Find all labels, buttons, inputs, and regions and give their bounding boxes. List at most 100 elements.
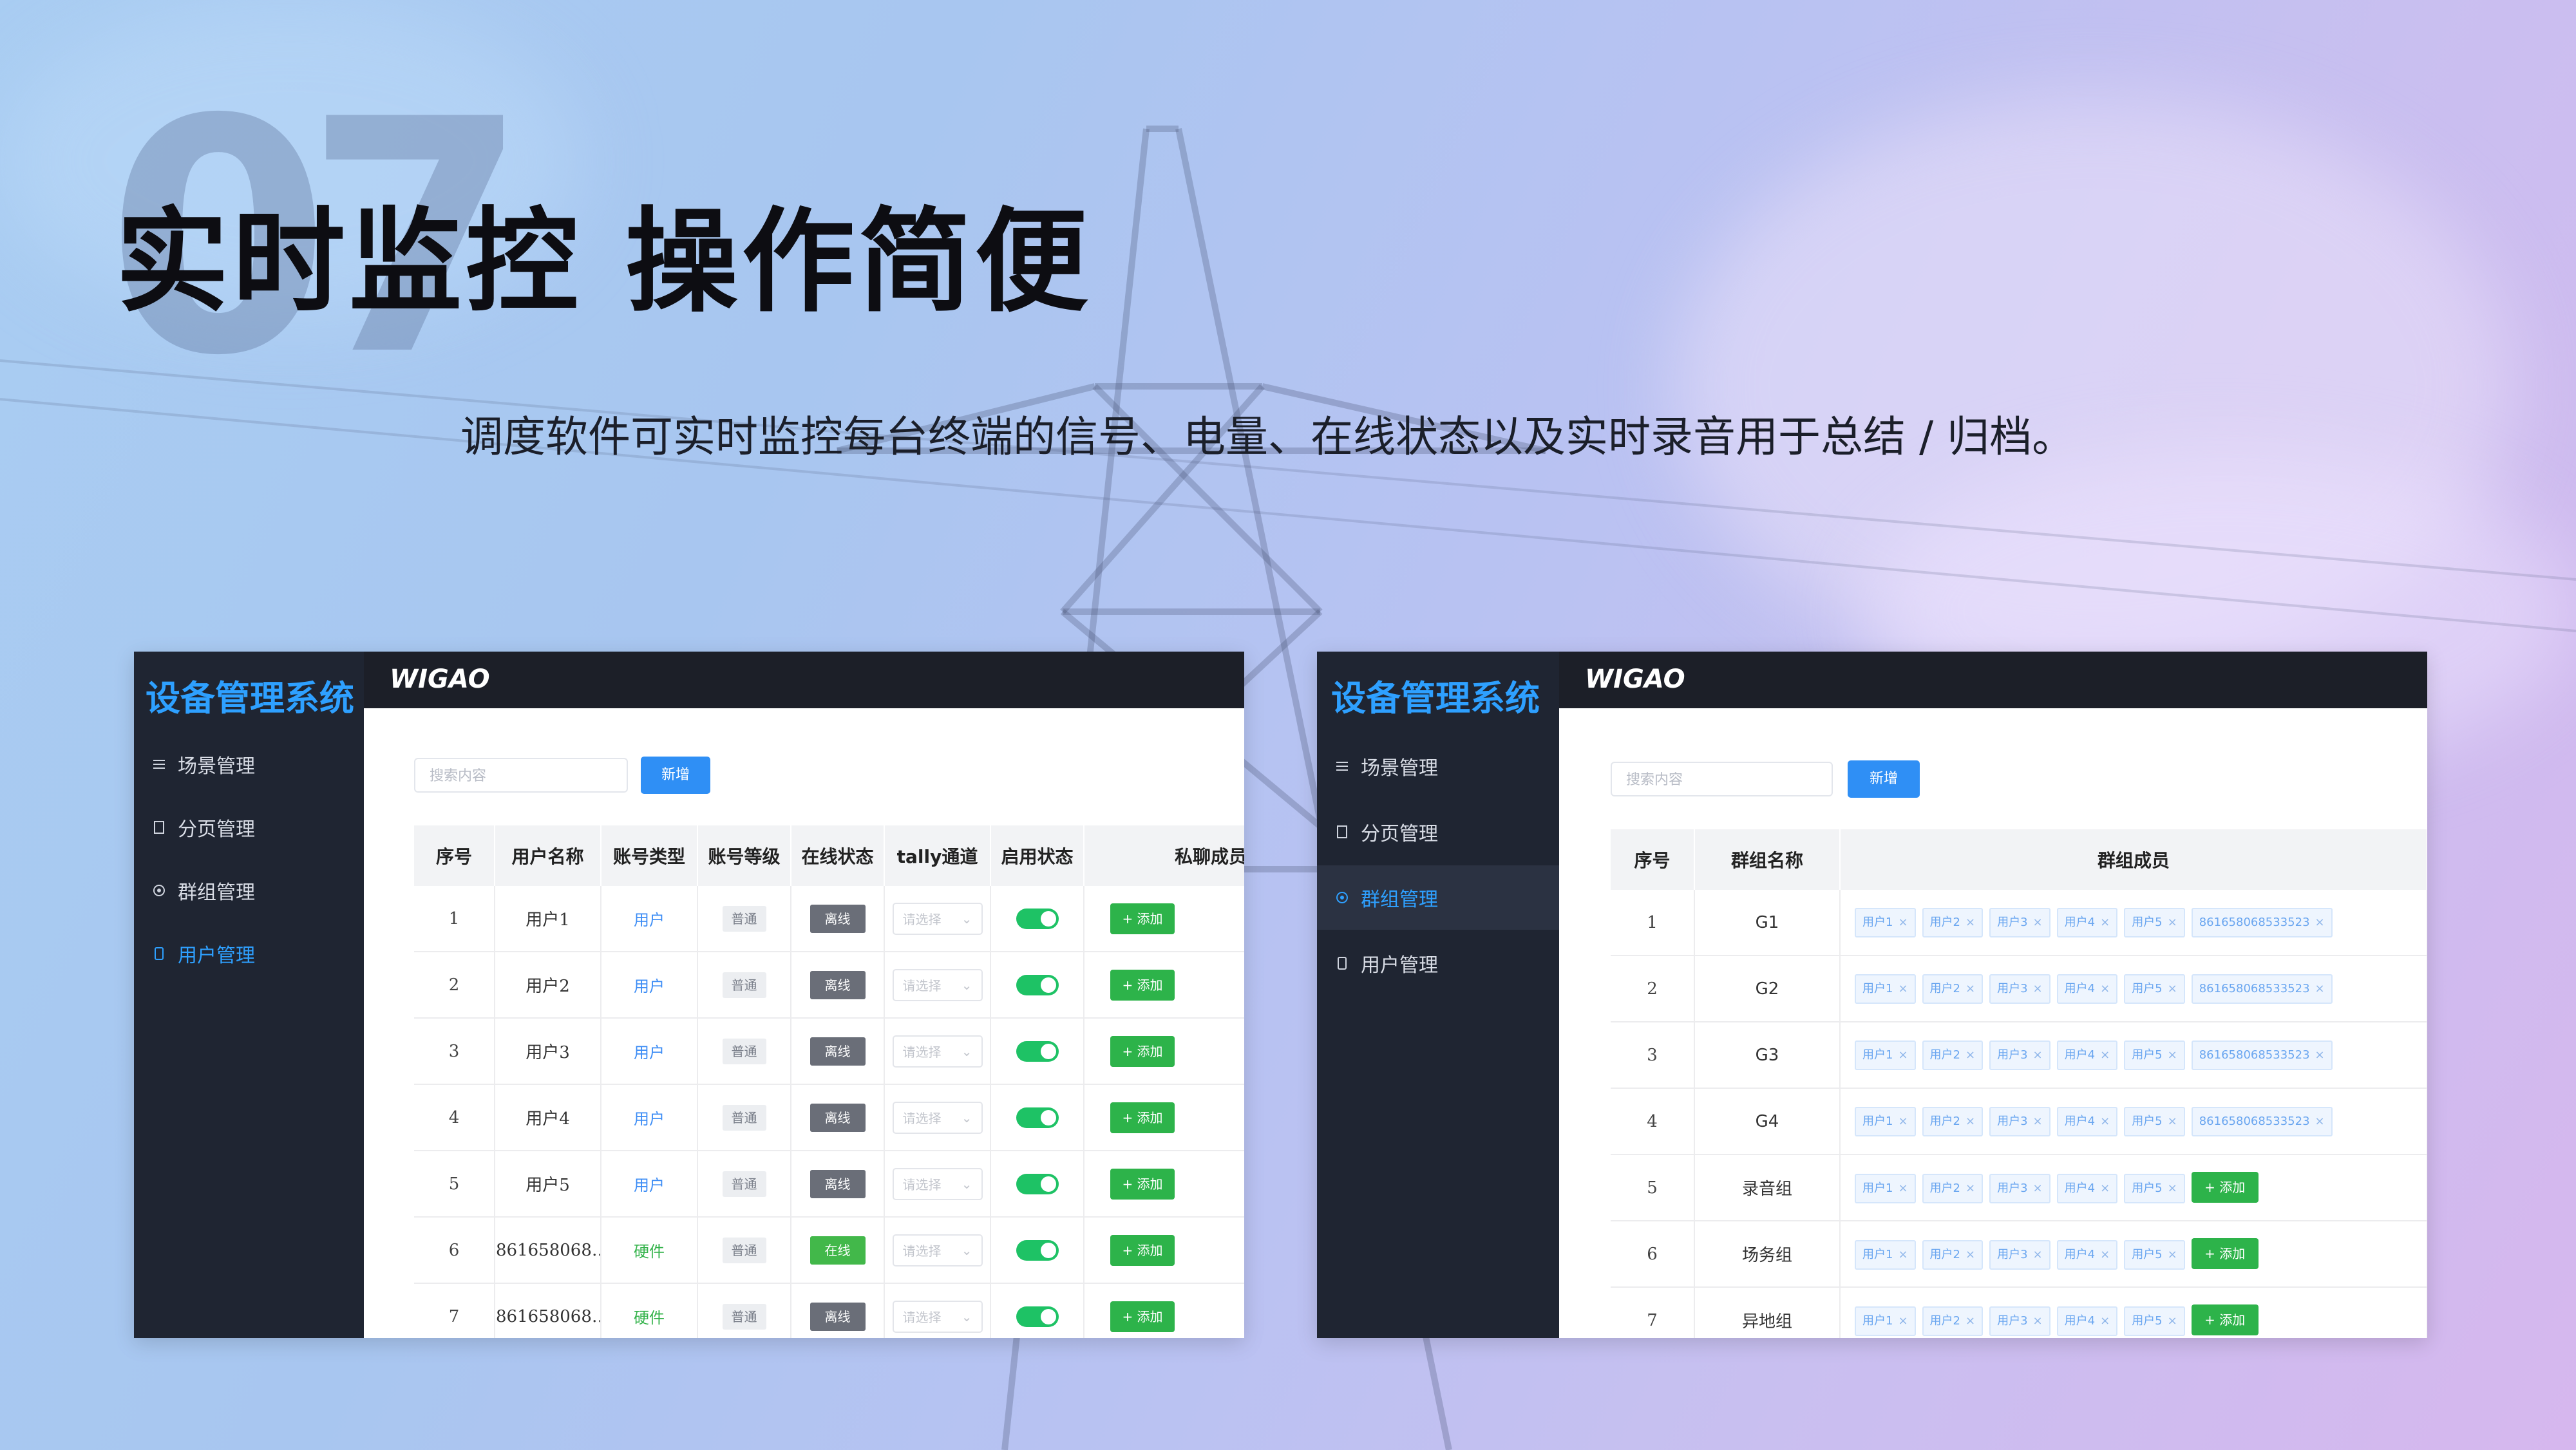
close-icon[interactable]: ×	[2168, 1048, 2177, 1062]
member-tag[interactable]: 用户2 ×	[1922, 1306, 1984, 1336]
sidebar-item-scene[interactable]: 场景管理	[1317, 734, 1559, 798]
member-tag[interactable]: 用户1 ×	[1855, 907, 1916, 937]
member-tag[interactable]: 用户2 ×	[1922, 974, 1984, 1004]
enable-toggle[interactable]	[1016, 1239, 1059, 1261]
enable-toggle[interactable]	[1016, 1306, 1059, 1327]
close-icon[interactable]: ×	[2033, 1115, 2043, 1128]
sidebar-item-users[interactable]: 用户管理	[1317, 931, 1559, 995]
member-tag[interactable]: 用户1 ×	[1855, 1106, 1916, 1136]
tally-select[interactable]: 请选择 ⌄	[892, 1234, 983, 1266]
account-type-link[interactable]: 硬件	[634, 1309, 665, 1327]
close-icon[interactable]: ×	[2033, 916, 2043, 929]
close-icon[interactable]: ×	[1965, 916, 1975, 929]
member-tag[interactable]: 用户4 ×	[2056, 1106, 2118, 1136]
close-icon[interactable]: ×	[2168, 1248, 2177, 1261]
close-icon[interactable]: ×	[2168, 1115, 2177, 1128]
tally-select[interactable]: 请选择 ⌄	[892, 1035, 983, 1068]
close-icon[interactable]: ×	[2100, 1115, 2110, 1128]
account-type-link[interactable]: 用户	[634, 1044, 665, 1062]
member-tag[interactable]: 861658068533523 ×	[2191, 907, 2333, 937]
account-type-link[interactable]: 用户	[634, 1110, 665, 1128]
enable-toggle[interactable]	[1016, 1107, 1059, 1128]
member-tag[interactable]: 用户5 ×	[2124, 907, 2185, 937]
member-tag[interactable]: 861658068533523 ×	[2191, 974, 2333, 1004]
member-tag[interactable]: 用户3 ×	[1989, 974, 2050, 1004]
member-tag[interactable]: 用户5 ×	[2124, 1240, 2185, 1270]
member-tag[interactable]: 用户3 ×	[1989, 1106, 2050, 1136]
member-tag[interactable]: 861658068533523 ×	[2191, 1040, 2333, 1070]
member-tag[interactable]: 用户4 ×	[2056, 907, 2118, 937]
close-icon[interactable]: ×	[2315, 916, 2325, 929]
member-tag[interactable]: 用户3 ×	[1989, 1174, 2050, 1203]
close-icon[interactable]: ×	[1965, 1048, 1975, 1062]
member-tag[interactable]: 用户3 ×	[1989, 1040, 2050, 1070]
enable-toggle[interactable]	[1016, 1040, 1059, 1062]
member-tag[interactable]: 用户1 ×	[1855, 1240, 1916, 1270]
sidebar-item-pages[interactable]: 分页管理	[1317, 800, 1559, 864]
close-icon[interactable]: ×	[2033, 1048, 2043, 1062]
member-tag[interactable]: 用户5 ×	[2124, 1040, 2185, 1070]
search-input[interactable]: 搜索内容	[414, 758, 628, 793]
close-icon[interactable]: ×	[2100, 1048, 2110, 1062]
add-private-member-button[interactable]: + 添加	[1110, 1102, 1175, 1133]
close-icon[interactable]: ×	[2168, 1314, 2177, 1328]
close-icon[interactable]: ×	[1898, 916, 1908, 929]
sidebar-item-users[interactable]: 用户管理	[134, 921, 364, 986]
member-tag[interactable]: 用户3 ×	[1989, 1306, 2050, 1336]
close-icon[interactable]: ×	[2033, 1314, 2043, 1328]
tally-select[interactable]: 请选择 ⌄	[892, 968, 983, 1001]
member-tag[interactable]: 用户2 ×	[1922, 1040, 1984, 1070]
member-tag[interactable]: 用户1 ×	[1855, 974, 1916, 1004]
member-tag[interactable]: 用户2 ×	[1922, 1240, 1984, 1270]
member-tag[interactable]: 用户5 ×	[2124, 1306, 2185, 1336]
add-private-member-button[interactable]: + 添加	[1110, 1168, 1175, 1200]
new-button[interactable]: 新增	[641, 757, 710, 794]
member-tag[interactable]: 用户2 ×	[1922, 907, 1984, 937]
tally-select[interactable]: 请选择 ⌄	[892, 1101, 983, 1134]
account-type-link[interactable]: 硬件	[634, 1243, 665, 1261]
account-type-link[interactable]: 用户	[634, 911, 665, 929]
tally-select[interactable]: 请选择 ⌄	[892, 1167, 983, 1200]
close-icon[interactable]: ×	[2033, 1248, 2043, 1261]
account-type-link[interactable]: 用户	[634, 1176, 665, 1194]
close-icon[interactable]: ×	[2100, 1182, 2110, 1195]
member-tag[interactable]: 用户2 ×	[1922, 1174, 1984, 1203]
close-icon[interactable]: ×	[1898, 1182, 1908, 1195]
close-icon[interactable]: ×	[2168, 1182, 2177, 1195]
member-tag[interactable]: 用户2 ×	[1922, 1106, 1984, 1136]
close-icon[interactable]: ×	[1965, 1314, 1975, 1328]
member-tag[interactable]: 用户5 ×	[2124, 1174, 2185, 1203]
member-tag[interactable]: 用户1 ×	[1855, 1040, 1916, 1070]
add-private-member-button[interactable]: + 添加	[1110, 1035, 1175, 1067]
sidebar-item-scene[interactable]: 场景管理	[134, 732, 364, 796]
close-icon[interactable]: ×	[2168, 982, 2177, 995]
tally-select[interactable]: 请选择 ⌄	[892, 902, 983, 935]
add-private-member-button[interactable]: + 添加	[1110, 1234, 1175, 1266]
tally-select[interactable]: 请选择 ⌄	[892, 1300, 983, 1333]
close-icon[interactable]: ×	[1965, 1115, 1975, 1128]
add-private-member-button[interactable]: + 添加	[1110, 969, 1175, 1001]
member-tag[interactable]: 用户4 ×	[2056, 1240, 2118, 1270]
member-tag[interactable]: 用户4 ×	[2056, 1040, 2118, 1070]
close-icon[interactable]: ×	[2033, 982, 2043, 995]
add-member-button[interactable]: + 添加	[2191, 1238, 2259, 1269]
close-icon[interactable]: ×	[1965, 982, 1975, 995]
add-member-button[interactable]: + 添加	[2191, 1304, 2259, 1335]
close-icon[interactable]: ×	[1898, 1248, 1908, 1261]
close-icon[interactable]: ×	[1898, 1115, 1908, 1128]
sidebar-item-groups[interactable]: 群组管理	[134, 858, 364, 923]
account-type-link[interactable]: 用户	[634, 977, 665, 995]
close-icon[interactable]: ×	[2100, 1248, 2110, 1261]
member-tag[interactable]: 用户5 ×	[2124, 974, 2185, 1004]
member-tag[interactable]: 861658068533523 ×	[2191, 1106, 2333, 1136]
member-tag[interactable]: 用户3 ×	[1989, 907, 2050, 937]
close-icon[interactable]: ×	[1898, 982, 1908, 995]
member-tag[interactable]: 用户4 ×	[2056, 1174, 2118, 1203]
enable-toggle[interactable]	[1016, 974, 1059, 995]
close-icon[interactable]: ×	[2315, 1048, 2325, 1062]
add-private-member-button[interactable]: + 添加	[1110, 1301, 1175, 1332]
add-member-button[interactable]: + 添加	[2191, 1172, 2259, 1203]
close-icon[interactable]: ×	[2100, 982, 2110, 995]
enable-toggle[interactable]	[1016, 1173, 1059, 1194]
close-icon[interactable]: ×	[2315, 1115, 2325, 1128]
